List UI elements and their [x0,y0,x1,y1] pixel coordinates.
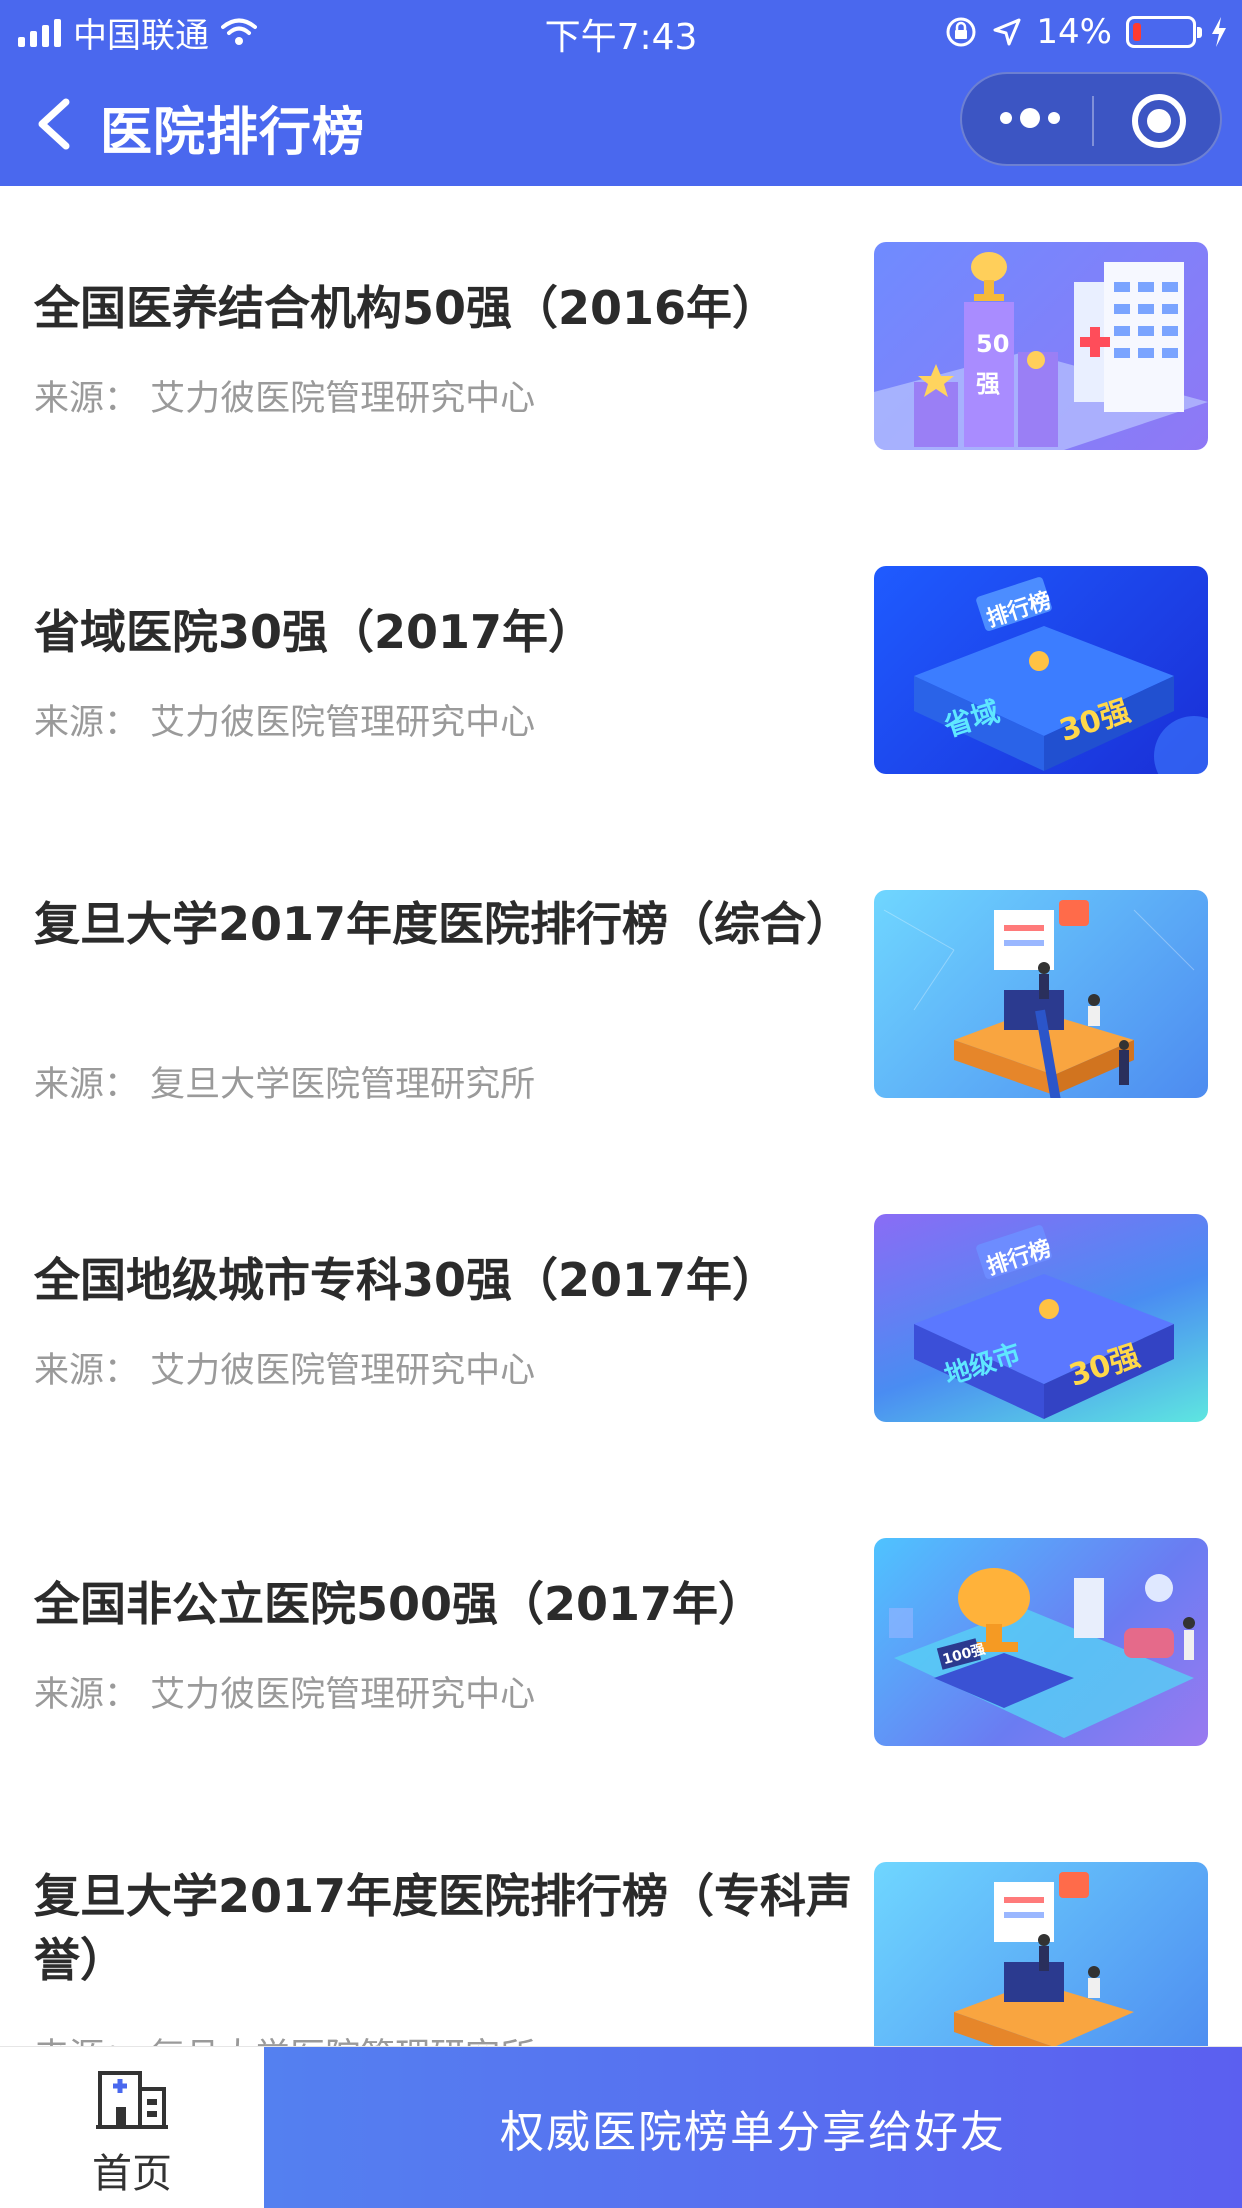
item-title: 省域医院30强（2017年） [34,605,595,659]
location-icon [993,18,1021,46]
item-thumbnail: 100强 [874,1538,1208,1746]
close-target-icon[interactable] [1132,94,1186,148]
trophy-clinic-illustration: 100强 [889,1568,1195,1738]
list-item[interactable]: 复旦大学2017年度医院排行榜（专科声誉） 来源： 复旦大学医院管理研究所 [0,1806,1242,2046]
list-item[interactable]: 全国非公立医院500强（2017年） 来源： 艾力彼医院管理研究中心 100强 [0,1482,1242,1806]
list-item[interactable]: 省域医院30强（2017年） 来源： 艾力彼医院管理研究中心 排行榜 省域 30… [0,510,1242,834]
status-right: 14% [944,10,1228,54]
item-thumbnail [874,890,1208,1098]
capsule-divider [1092,96,1094,146]
item-thumbnail [874,1862,1208,2046]
home-tab[interactable]: 首页 [0,2047,264,2208]
item-source: 来源： 复旦大学医院管理研究所 [34,2028,535,2046]
item-source: 来源： 艾力彼医院管理研究中心 [34,1675,536,1715]
battery-icon [1126,16,1202,48]
item-thumbnail: 排行榜 省域 30强 [874,566,1208,774]
item-thumbnail: 排行榜 地级市 30强 [874,1214,1208,1422]
battery-percent: 14% [1036,12,1112,52]
city-ranking-illustration: 排行榜 地级市 30强 [914,1225,1174,1419]
podium-illustration [883,900,1195,1098]
list-item[interactable]: 全国地级城市专科30强（2017年） 来源： 艾力彼医院管理研究中心 排行榜 地… [0,1158,1242,1482]
share-button[interactable]: 权威医院榜单分享给好友 [264,2047,1242,2208]
trophy-hospital-illustration: 50 强 [874,252,1208,450]
item-source: 来源： 复旦大学医院管理研究所 [34,1065,536,1105]
province-ranking-illustration: 排行榜 省域 30强 [914,577,1208,774]
hospital-icon [96,2071,168,2129]
miniprogram-capsule [960,72,1222,166]
item-title: 全国医养结合机构50强（2016年） [34,281,779,335]
list-item[interactable]: 复旦大学2017年度医院排行榜（综合） 来源： 复旦大学医院管理研究所 [0,834,1242,1158]
item-title: 全国地级城市专科30强（2017年） [34,1253,779,1307]
page-title: 医院排行榜 [100,103,366,163]
item-source: 来源： 艾力彼医院管理研究中心 [34,703,536,743]
item-thumbnail: 50 强 [874,242,1208,450]
item-title: 复旦大学2017年度医院排行榜（专科声誉） [34,1869,853,1987]
item-title: 全国非公立医院500强（2017年） [34,1577,765,1631]
orientation-lock-icon [946,17,976,47]
status-bar: 中国联通 下午7:43 14% [0,0,1242,62]
item-title: 复旦大学2017年度医院排行榜（综合） [34,897,853,951]
thumb-text-qiang: 强 [976,370,1000,398]
charging-icon [1212,17,1226,47]
thumb-text-50: 50 [976,330,1009,358]
podium-illustration [954,1872,1134,2046]
more-icon[interactable] [1000,108,1060,128]
item-source: 来源： 艾力彼医院管理研究中心 [34,1351,536,1391]
top-bar: 中国联通 下午7:43 14% 医院排行榜 [0,0,1242,186]
item-source: 来源： 艾力彼医院管理研究中心 [34,379,536,419]
list-item[interactable]: 全国医养结合机构50强（2016年） 来源： 艾力彼医院管理研究中心 50 强 [0,186,1242,510]
home-label: 首页 [92,2151,172,2197]
nav-bar: 医院排行榜 [0,62,1242,186]
back-arrow-icon[interactable] [26,92,86,156]
ranking-list: 全国医养结合机构50强（2016年） 来源： 艾力彼医院管理研究中心 50 强 [0,186,1242,2046]
bottom-bar: 首页 权威医院榜单分享给好友 [0,2046,1242,2208]
